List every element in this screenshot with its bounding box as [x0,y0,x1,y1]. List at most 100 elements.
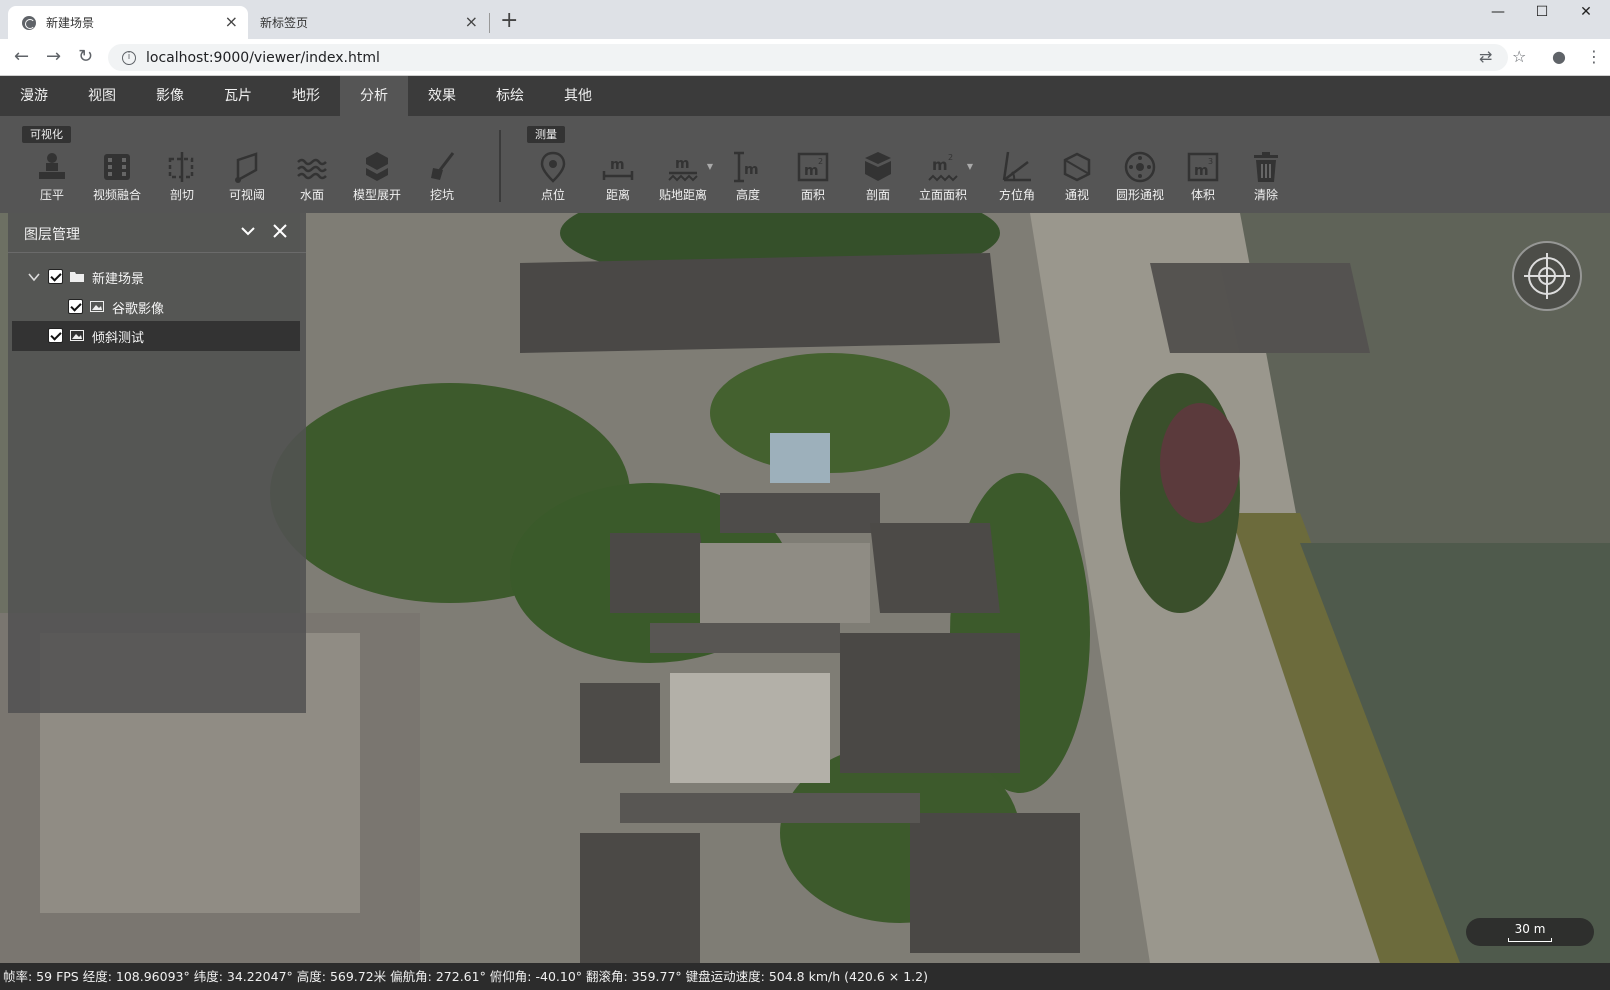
globe-favicon-icon [22,15,36,30]
area-icon: m2 [797,152,829,182]
tool-volume[interactable]: m3 体积 [1171,150,1235,206]
scale-label: 30 m [1514,922,1546,936]
volume-icon: m3 [1187,152,1219,182]
tab-title: 新标签页 [260,16,309,30]
layer-tree-item[interactable]: 谷歌影像 [12,292,300,322]
chevron-down-icon[interactable]: ▼ [707,162,713,171]
site-info-icon[interactable]: i [122,50,136,65]
translate-icon[interactable]: ⇄ [1479,47,1492,66]
compass-navigation[interactable] [1512,241,1582,311]
svg-text:m: m [804,163,819,179]
folder-icon [70,272,84,282]
tool-circular-visibility[interactable]: 圆形通视 [1108,150,1172,206]
video-fusion-icon [104,154,130,180]
excavate-icon [431,152,455,180]
close-icon[interactable] [270,221,290,241]
layer-tree-item[interactable]: 新建场景 [12,262,300,292]
account-icon[interactable]: ● [1552,47,1566,66]
flatten-icon [39,153,65,179]
browser-tab-strip: 新建场景 × 新标签页 × + — ☐ ✕ [0,0,1610,39]
svg-text:m: m [675,156,690,172]
svg-text:2: 2 [818,157,823,166]
layer-checkbox[interactable] [48,328,63,343]
tool-line-of-sight[interactable]: 通视 [1045,150,1109,206]
tool-facade-area[interactable]: m2 立面面积 ▼ [911,150,975,206]
reload-icon[interactable]: ↻ [78,45,93,69]
status-bar: 帧率: 59 FPS 经度: 108.96093° 纬度: 34.22047° … [0,963,1610,990]
tool-clear[interactable]: 清除 [1234,150,1298,206]
tool-point-location[interactable]: 点位 [521,150,585,206]
azimuth-icon [1002,151,1031,182]
svg-text:m: m [610,157,625,173]
menu-view[interactable]: 视图 [68,76,136,116]
new-tab-plus-icon[interactable]: + [500,8,518,34]
menu-other[interactable]: 其他 [544,76,612,116]
svg-text:m: m [1194,163,1209,179]
menu-terrain[interactable]: 地形 [272,76,340,116]
analysis-ribbon: 可视化 测量 压平 视频融合 剖切 可视阈 水面 模型展开 挖坑 点位 m 距离… [0,116,1610,213]
menu-roam[interactable]: 漫游 [0,76,68,116]
chevron-down-icon[interactable] [28,271,40,283]
tab-divider [489,13,490,33]
chevron-down-icon[interactable] [238,221,258,241]
bookmark-star-icon[interactable]: ☆ [1512,47,1526,66]
tool-water-surface[interactable]: 水面 [280,150,344,206]
layer-checkbox[interactable] [68,299,83,314]
image-layer-icon [90,301,104,312]
browser-tab-inactive[interactable]: 新标签页 × [250,6,488,39]
group-label-measure: 测量 [527,126,565,143]
url-text: localhost:9000/viewer/index.html [146,49,380,66]
tool-section-cut[interactable]: 剖切 [150,150,214,206]
maximize-icon[interactable]: ☐ [1520,2,1564,24]
facade-area-icon: m2 [928,153,958,182]
tool-viewshed[interactable]: 可视阈 [215,150,279,206]
back-arrow-icon[interactable]: ← [14,45,29,69]
tab-close-icon[interactable]: × [225,14,238,30]
tool-area[interactable]: m2 面积 [781,150,845,206]
tool-excavate[interactable]: 挖坑 [410,150,474,206]
menu-plotting[interactable]: 标绘 [476,76,544,116]
menu-tiles[interactable]: 瓦片 [204,76,272,116]
group-label-visualization: 可视化 [22,126,71,143]
viewshed-icon [235,152,258,183]
crosshair-compass-icon [1524,253,1570,299]
tool-distance[interactable]: m 距离 [586,150,650,206]
tab-close-icon[interactable]: × [465,14,478,30]
svg-text:m: m [744,162,759,178]
menu-imagery[interactable]: 影像 [136,76,204,116]
circular-visibility-icon [1124,151,1156,183]
image-layer-icon [70,330,84,341]
menu-analysis[interactable]: 分析 [340,76,408,116]
forward-arrow-icon[interactable]: → [46,45,61,69]
section-cut-icon [168,152,194,182]
chevron-down-icon[interactable]: ▼ [967,162,973,171]
tool-height[interactable]: m 高度 [716,150,780,206]
tool-model-unfold[interactable]: 模型展开 [345,150,409,206]
height-icon: m [734,151,759,183]
line-of-sight-icon [1063,152,1091,182]
svg-text:3: 3 [1208,157,1213,166]
browser-tab-active[interactable]: 新建场景 × [8,6,248,39]
tool-ground-distance[interactable]: m 贴地距离 ▼ [651,150,715,206]
ribbon-separator [499,130,501,202]
svg-text:2: 2 [948,153,953,162]
3d-scene-viewport[interactable]: 图层管理 新建场景 谷歌影像 倾斜测试 30 m [0,213,1610,963]
scale-line [1508,938,1552,942]
profile-icon [865,152,891,181]
layer-checkbox[interactable] [48,269,63,284]
app-menu-bar: 漫游 视图 影像 瓦片 地形 分析 效果 标绘 其他 [0,76,1610,116]
tool-video-fusion[interactable]: 视频融合 [85,150,149,206]
tool-flatten[interactable]: 压平 [20,150,84,206]
ground-distance-icon: m [668,156,698,182]
tool-azimuth[interactable]: 方位角 [985,150,1049,206]
trash-icon [1254,152,1278,182]
tab-title: 新建场景 [46,16,95,30]
minimize-icon[interactable]: — [1476,2,1520,24]
browser-menu-icon[interactable]: ⋮ [1586,47,1602,66]
point-location-icon [540,151,566,183]
window-close-icon[interactable]: ✕ [1564,2,1608,24]
menu-effects[interactable]: 效果 [408,76,476,116]
url-field[interactable]: i localhost:9000/viewer/index.html [108,44,1508,71]
tool-profile[interactable]: 剖面 [846,150,910,206]
layer-tree-item-selected[interactable]: 倾斜测试 [12,321,300,351]
